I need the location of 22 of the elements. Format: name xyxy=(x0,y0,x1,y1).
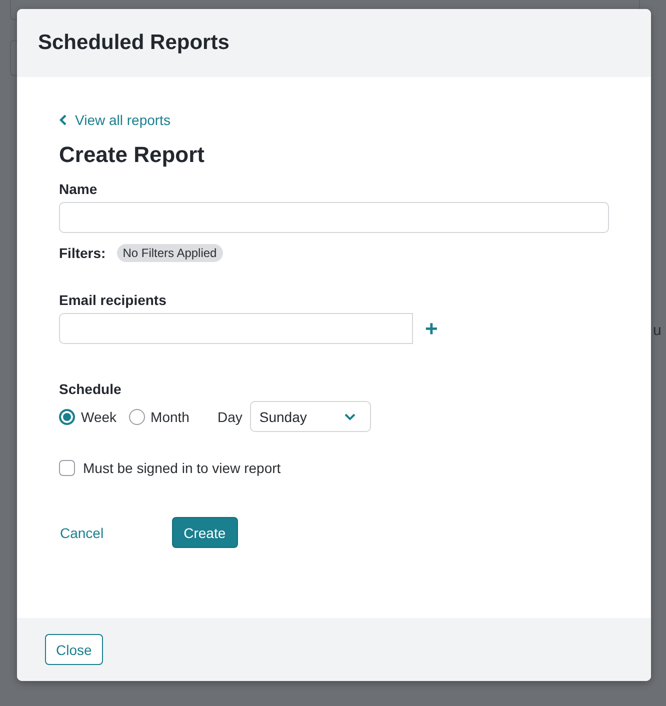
modal-title: Scheduled Reports xyxy=(38,31,230,55)
close-button[interactable]: Close xyxy=(45,634,103,665)
filter-badge: No Filters Applied xyxy=(116,244,223,262)
radio-option[interactable]: Month xyxy=(128,408,190,424)
field-label: Day xyxy=(217,408,242,424)
field-label: Filters: xyxy=(59,245,106,261)
radio-option[interactable]: Week xyxy=(59,408,117,424)
name-input[interactable] xyxy=(59,202,609,233)
add-button[interactable]: + xyxy=(421,316,442,342)
form-heading: Create Report xyxy=(59,142,204,168)
field-label: Schedule xyxy=(59,381,122,397)
field-label: Email recipients xyxy=(59,292,166,308)
day-select[interactable]: Sunday xyxy=(250,401,372,432)
checkbox-option[interactable]: Must be signed in to view report xyxy=(59,460,281,476)
chevron-left-icon xyxy=(59,114,67,126)
back-link[interactable]: View all reports xyxy=(59,112,170,128)
create-button[interactable]: Create xyxy=(172,517,238,548)
email-input[interactable] xyxy=(59,313,413,344)
cancel-link[interactable]: Cancel xyxy=(60,524,104,540)
chevron-down-icon xyxy=(344,412,356,420)
field-label: Name xyxy=(59,181,98,197)
text-fragment: u xyxy=(653,322,662,339)
